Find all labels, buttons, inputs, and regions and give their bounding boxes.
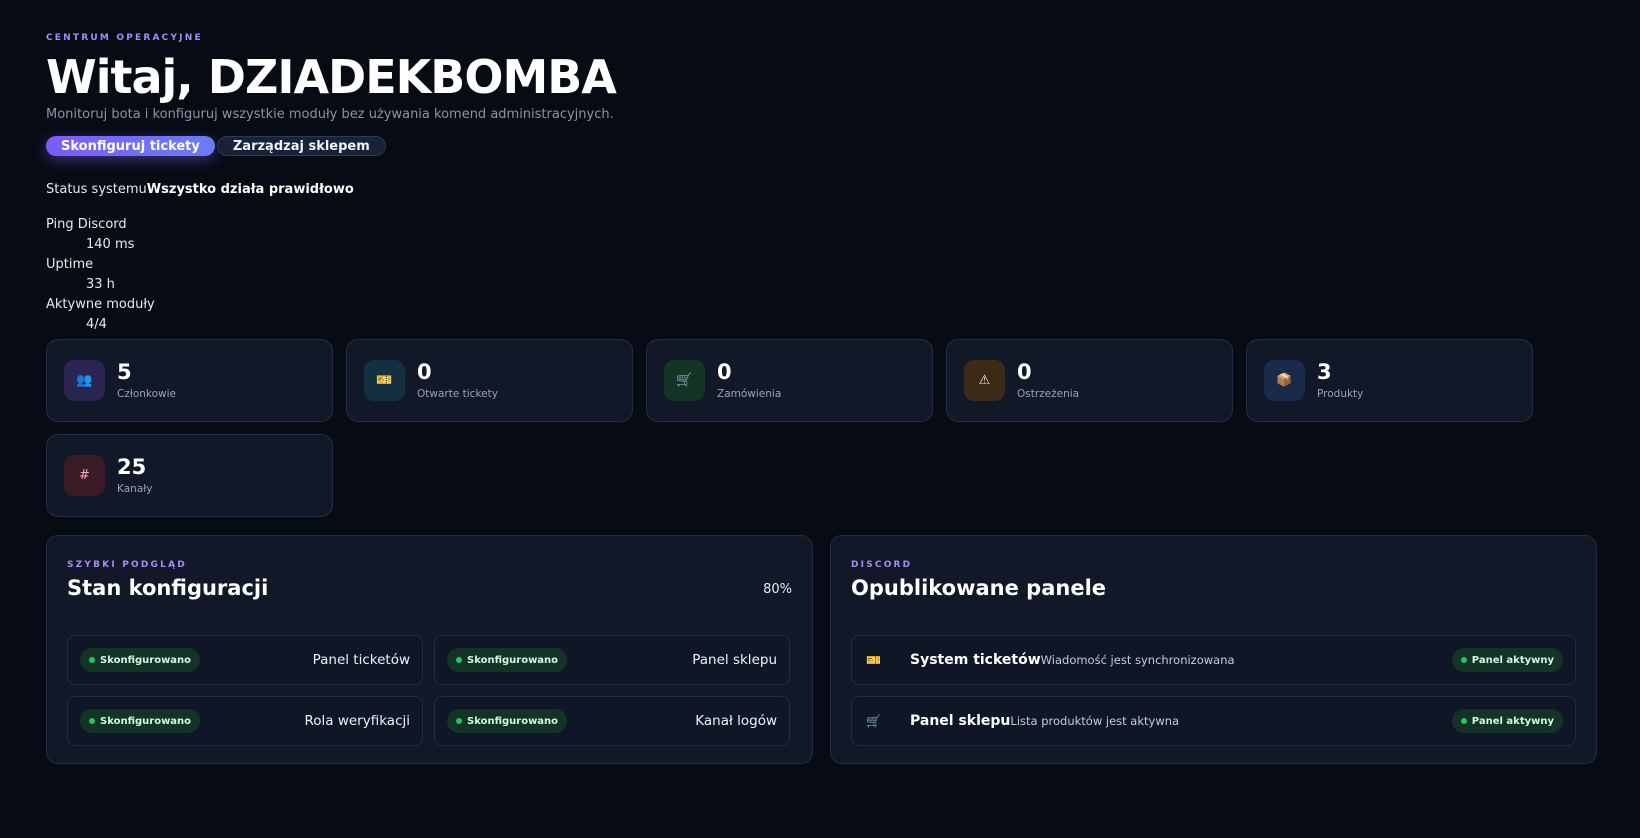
published-panel-title: Panel sklepu [910, 713, 1011, 730]
stat-card-orders: 🛒 0 Zamówienia [646, 339, 933, 423]
hero-actions: Skonfiguruj tickety Zarządzaj sklepem [46, 136, 1594, 157]
panel-title: Opublikowane panele [851, 576, 1107, 601]
status-badge: Skonfigurowano [80, 648, 201, 673]
stat-card-warnings: ⚠ 0 Ostrzeżenia [946, 339, 1233, 423]
config-item-name: Panel sklepu [692, 652, 777, 669]
stat-card-channels: # 25 Kanały [46, 434, 333, 518]
published-panel-desc: Lista produktów jest aktywna [1010, 714, 1180, 729]
stat-value: 0 [717, 360, 732, 385]
panel-title: Stan konfiguracji [67, 576, 269, 601]
config-percent: 80% [763, 582, 792, 598]
metric-ping-label: Ping Discord [46, 217, 127, 233]
status-dot-icon [1460, 657, 1467, 664]
system-status-label: Status systemu [46, 182, 147, 198]
status-dot-icon [456, 657, 462, 664]
stat-card-open-tickets: 🎫 0 Otwarte tickety [346, 339, 633, 423]
stat-value: 0 [417, 360, 432, 385]
stat-card-members: 👥 5 Członkowie [46, 339, 333, 423]
stat-label: Zamówienia [717, 388, 782, 401]
status-dot-icon [1460, 718, 1467, 725]
status-dot-icon [89, 718, 95, 725]
stat-card-products: 📦 3 Produkty [1246, 339, 1533, 423]
ticket-icon: 🎫 [866, 653, 881, 668]
published-panels-list: 🎫 System ticketów Wiadomość jest synchro… [851, 635, 1576, 747]
metric-ping-value: 140 ms [86, 237, 135, 253]
config-status-panel: SZYBKI PODGLĄD Stan konfiguracji 80% Sko… [46, 535, 813, 765]
config-item-verification-role[interactable]: Skonfigurowano Rola weryfikacji [67, 696, 423, 747]
stat-label: Członkowie [117, 388, 177, 401]
status-badge: Skonfigurowano [447, 648, 568, 673]
panel-eyebrow: SZYBKI PODGLĄD [67, 560, 187, 571]
published-panels-panel: DISCORD Opublikowane panele 🎫 System tic… [830, 535, 1597, 765]
config-item-shop-panel[interactable]: Skonfigurowano Panel sklepu [434, 635, 790, 686]
stat-label: Ostrzeżenia [1017, 388, 1080, 401]
warning-icon: ⚠ [964, 360, 1005, 402]
cart-icon: 🛒 [664, 360, 705, 402]
manage-shop-button[interactable]: Zarządzaj sklepem [216, 136, 386, 157]
status-badge: Panel aktywny [1451, 648, 1563, 673]
config-item-name: Panel ticketów [312, 652, 410, 669]
published-panel-shop[interactable]: 🛒 Panel sklepu Lista produktów jest akty… [851, 696, 1576, 747]
metric-uptime-value: 33 h [86, 277, 115, 293]
config-item-log-channel[interactable]: Skonfigurowano Kanał logów [434, 696, 790, 747]
status-dot-icon [456, 718, 462, 725]
ticket-icon: 🎫 [364, 360, 405, 402]
system-metrics: Ping Discord 140 ms Uptime 33 h Aktywne … [46, 215, 1594, 335]
config-item-name: Kanał logów [695, 713, 777, 730]
config-item-name: Rola weryfikacji [304, 713, 410, 730]
metric-uptime-label: Uptime [46, 257, 94, 273]
cart-icon: 🛒 [866, 714, 881, 729]
stat-label: Kanały [117, 483, 153, 496]
system-status-value: Wszystko działa prawidłowo [146, 182, 354, 198]
page-title: Witaj, DZIADEKBOMBA [46, 50, 617, 104]
stat-value: 3 [1317, 360, 1332, 385]
config-grid: Skonfigurowano Panel ticketów Skonfiguro… [67, 635, 792, 747]
hero-eyebrow: CENTRUM OPERACYJNE [46, 33, 203, 43]
metric-modules-value: 4/4 [86, 317, 107, 333]
stats-grid: 👥 5 Członkowie 🎫 0 Otwarte tickety 🛒 0 Z… [46, 339, 1594, 518]
stat-value: 0 [1017, 360, 1032, 385]
panel-eyebrow: DISCORD [851, 560, 913, 571]
page-subtitle: Monitoruj bota i konfiguruj wszystkie mo… [46, 107, 614, 123]
published-panel-desc: Wiadomość jest synchronizowana [1040, 653, 1235, 668]
status-badge: Skonfigurowano [447, 709, 568, 734]
status-badge: Skonfigurowano [80, 709, 201, 734]
configure-tickets-button[interactable]: Skonfiguruj tickety [46, 136, 215, 157]
stat-label: Otwarte tickety [417, 388, 498, 401]
config-item-ticket-panel[interactable]: Skonfigurowano Panel ticketów [67, 635, 423, 686]
status-badge: Panel aktywny [1451, 709, 1563, 734]
stat-value: 25 [117, 455, 147, 480]
system-status: Status systemu Wszystko działa prawidłow… [46, 182, 1594, 197]
published-panel-title: System ticketów [910, 652, 1041, 669]
members-icon: 👥 [64, 360, 105, 402]
dashboard-page: CENTRUM OPERACYJNE Witaj, DZIADEKBOMBA M… [0, 0, 1640, 838]
package-icon: 📦 [1264, 360, 1305, 402]
status-dot-icon [89, 657, 95, 664]
metric-modules-label: Aktywne moduły [46, 297, 155, 313]
stat-value: 5 [117, 360, 132, 385]
hash-icon: # [64, 455, 105, 497]
bottom-panels: SZYBKI PODGLĄD Stan konfiguracji 80% Sko… [46, 535, 1597, 765]
published-panel-tickets[interactable]: 🎫 System ticketów Wiadomość jest synchro… [851, 635, 1576, 686]
stat-label: Produkty [1317, 388, 1364, 401]
